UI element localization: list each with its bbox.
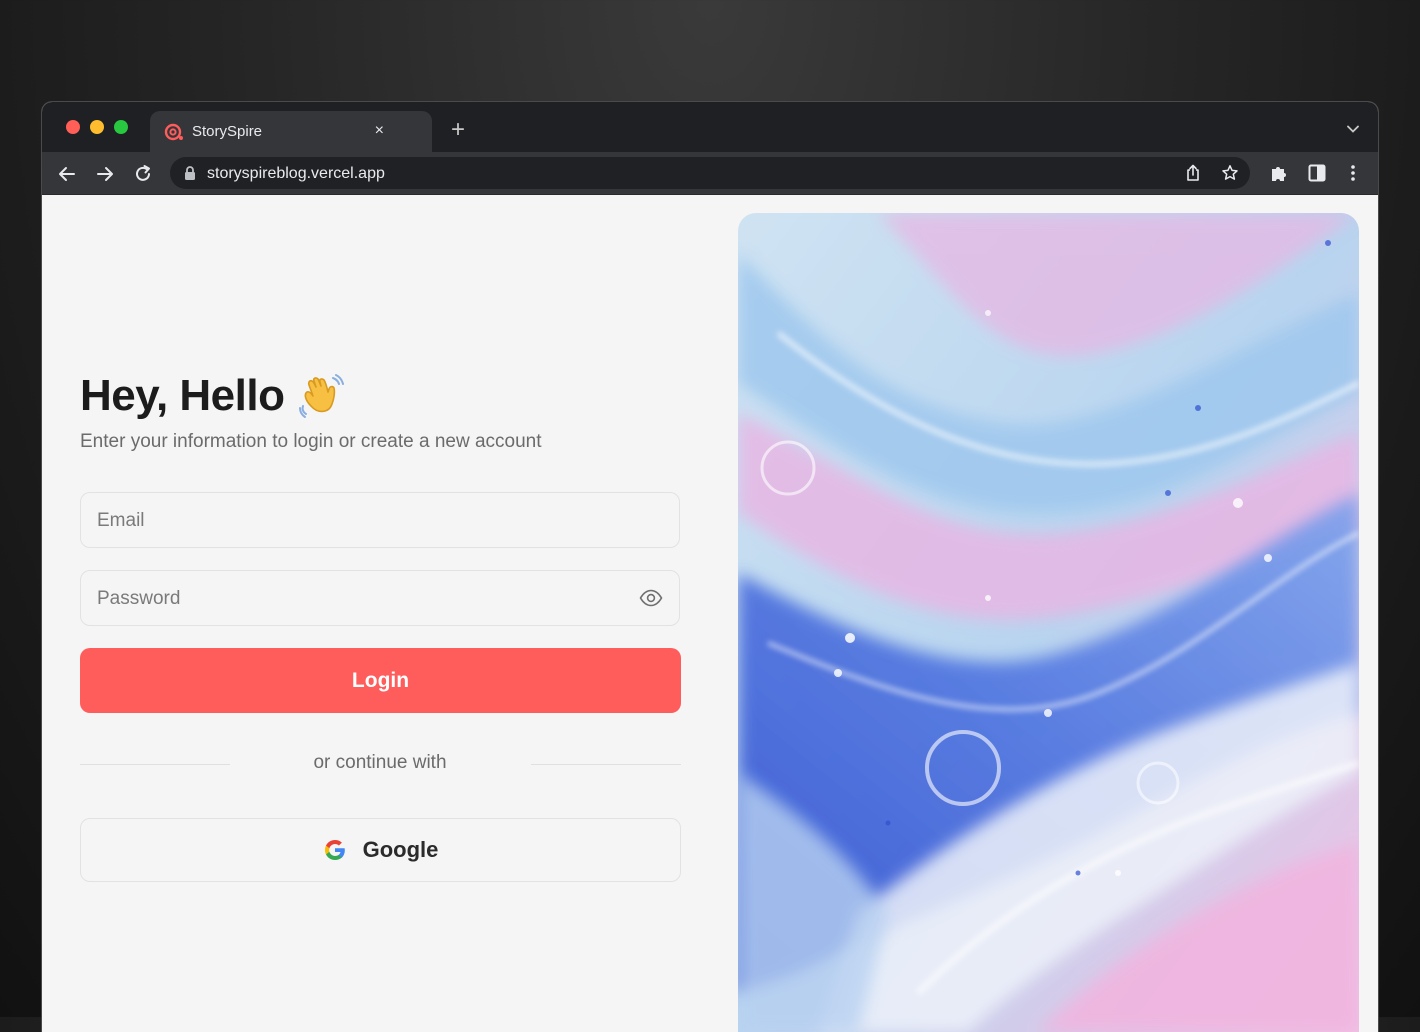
eye-icon[interactable] <box>639 588 663 608</box>
marble-art-image <box>738 213 1359 1032</box>
divider-text: or continue with <box>313 752 447 773</box>
login-button[interactable]: Login <box>80 648 681 713</box>
window-controls <box>66 120 128 134</box>
maximize-window-button[interactable] <box>114 120 128 134</box>
page-content: Hey, Hello Enter your information to log… <box>42 195 1378 1032</box>
tab-title: StorySpire <box>192 123 263 140</box>
google-logo-icon <box>324 840 345 860</box>
extensions-puzzle-icon[interactable] <box>1269 163 1289 183</box>
storyspire-favicon-icon <box>164 123 183 141</box>
waving-hand-icon <box>299 374 344 418</box>
browser-toolbar: storyspireblog.vercel.app <box>42 152 1378 195</box>
side-panel-icon[interactable] <box>1307 163 1327 183</box>
reload-icon[interactable] <box>132 163 154 185</box>
page-title: Hey, Hello <box>80 371 285 420</box>
lock-icon[interactable] <box>184 166 196 180</box>
kebab-menu-icon[interactable] <box>1343 163 1363 183</box>
back-arrow-icon[interactable] <box>56 163 78 185</box>
google-button-label: Google <box>362 837 439 862</box>
email-field[interactable] <box>80 492 680 549</box>
email-input[interactable] <box>95 493 619 549</box>
address-bar[interactable]: storyspireblog.vercel.app <box>170 157 1250 189</box>
password-field[interactable] <box>80 570 680 627</box>
tab-close-icon[interactable]: × <box>375 121 384 141</box>
google-login-button[interactable]: Google <box>80 818 681 882</box>
forward-arrow-icon[interactable] <box>94 163 116 185</box>
tab-bar: StorySpire × + <box>42 102 1378 152</box>
chevron-down-icon[interactable] <box>1346 122 1360 136</box>
google-button-content: Google <box>81 819 680 881</box>
new-tab-icon[interactable]: + <box>448 118 468 142</box>
page-subtitle: Enter your information to login or creat… <box>80 431 542 452</box>
share-icon[interactable] <box>1184 164 1202 182</box>
url-text[interactable]: storyspireblog.vercel.app <box>207 165 385 183</box>
password-input[interactable] <box>95 571 619 627</box>
bookmark-star-icon[interactable] <box>1221 164 1239 182</box>
minimize-window-button[interactable] <box>90 120 104 134</box>
close-window-button[interactable] <box>66 120 80 134</box>
browser-tab[interactable]: StorySpire × <box>150 111 432 152</box>
browser-window: StorySpire × + storyspireblog.vercel.app <box>42 102 1378 1032</box>
